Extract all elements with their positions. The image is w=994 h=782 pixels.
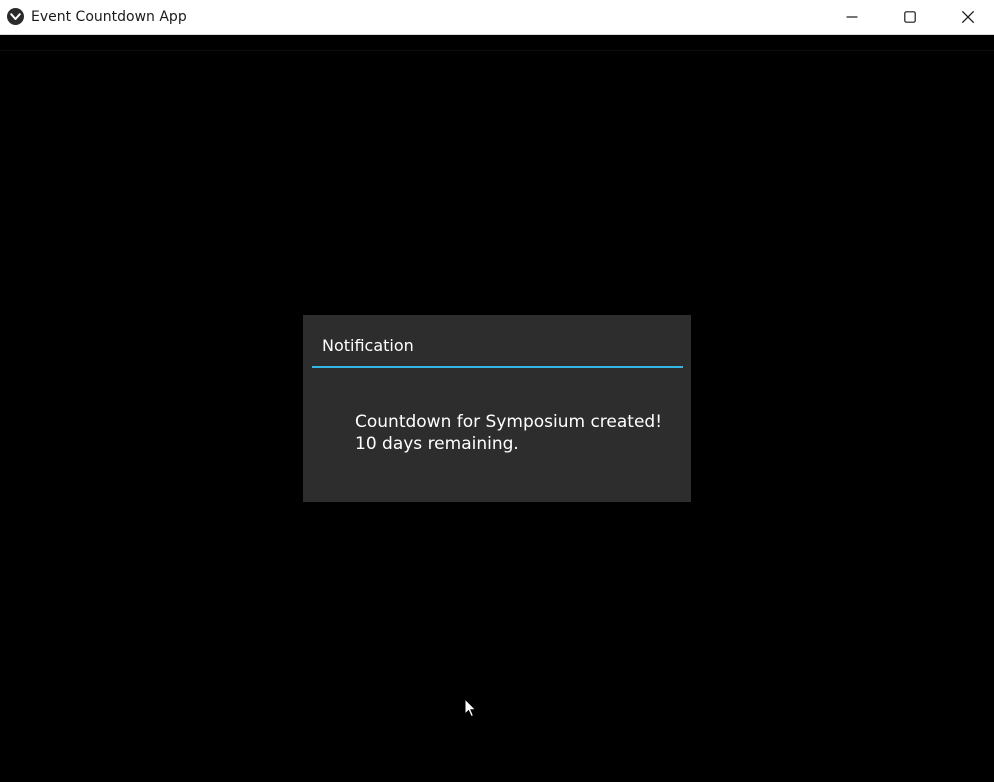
app-logo-icon — [7, 8, 24, 25]
content-divider — [0, 50, 994, 51]
close-button[interactable] — [939, 0, 994, 34]
popup-title: Notification — [322, 336, 414, 355]
maximize-icon — [904, 11, 916, 23]
notification-popup[interactable]: Notification Countdown for Symposium cre… — [303, 315, 691, 502]
popup-message: Countdown for Symposium created! 10 days… — [355, 411, 662, 455]
window-title: Event Countdown App — [31, 9, 187, 25]
close-icon — [961, 10, 975, 24]
mouse-cursor-icon — [464, 697, 477, 722]
app-window: Event Countdown App Notification Countdo… — [0, 0, 994, 782]
minimize-button[interactable] — [823, 0, 881, 34]
maximize-button[interactable] — [881, 0, 939, 34]
minimize-icon — [846, 16, 858, 18]
popup-message-line: Countdown for Symposium created! — [355, 412, 663, 432]
popup-title-separator — [312, 366, 683, 368]
app-content: Notification Countdown for Symposium cre… — [0, 35, 994, 782]
popup-message-line: 10 days remaining. — [355, 434, 519, 454]
title-bar[interactable]: Event Countdown App — [0, 0, 994, 35]
